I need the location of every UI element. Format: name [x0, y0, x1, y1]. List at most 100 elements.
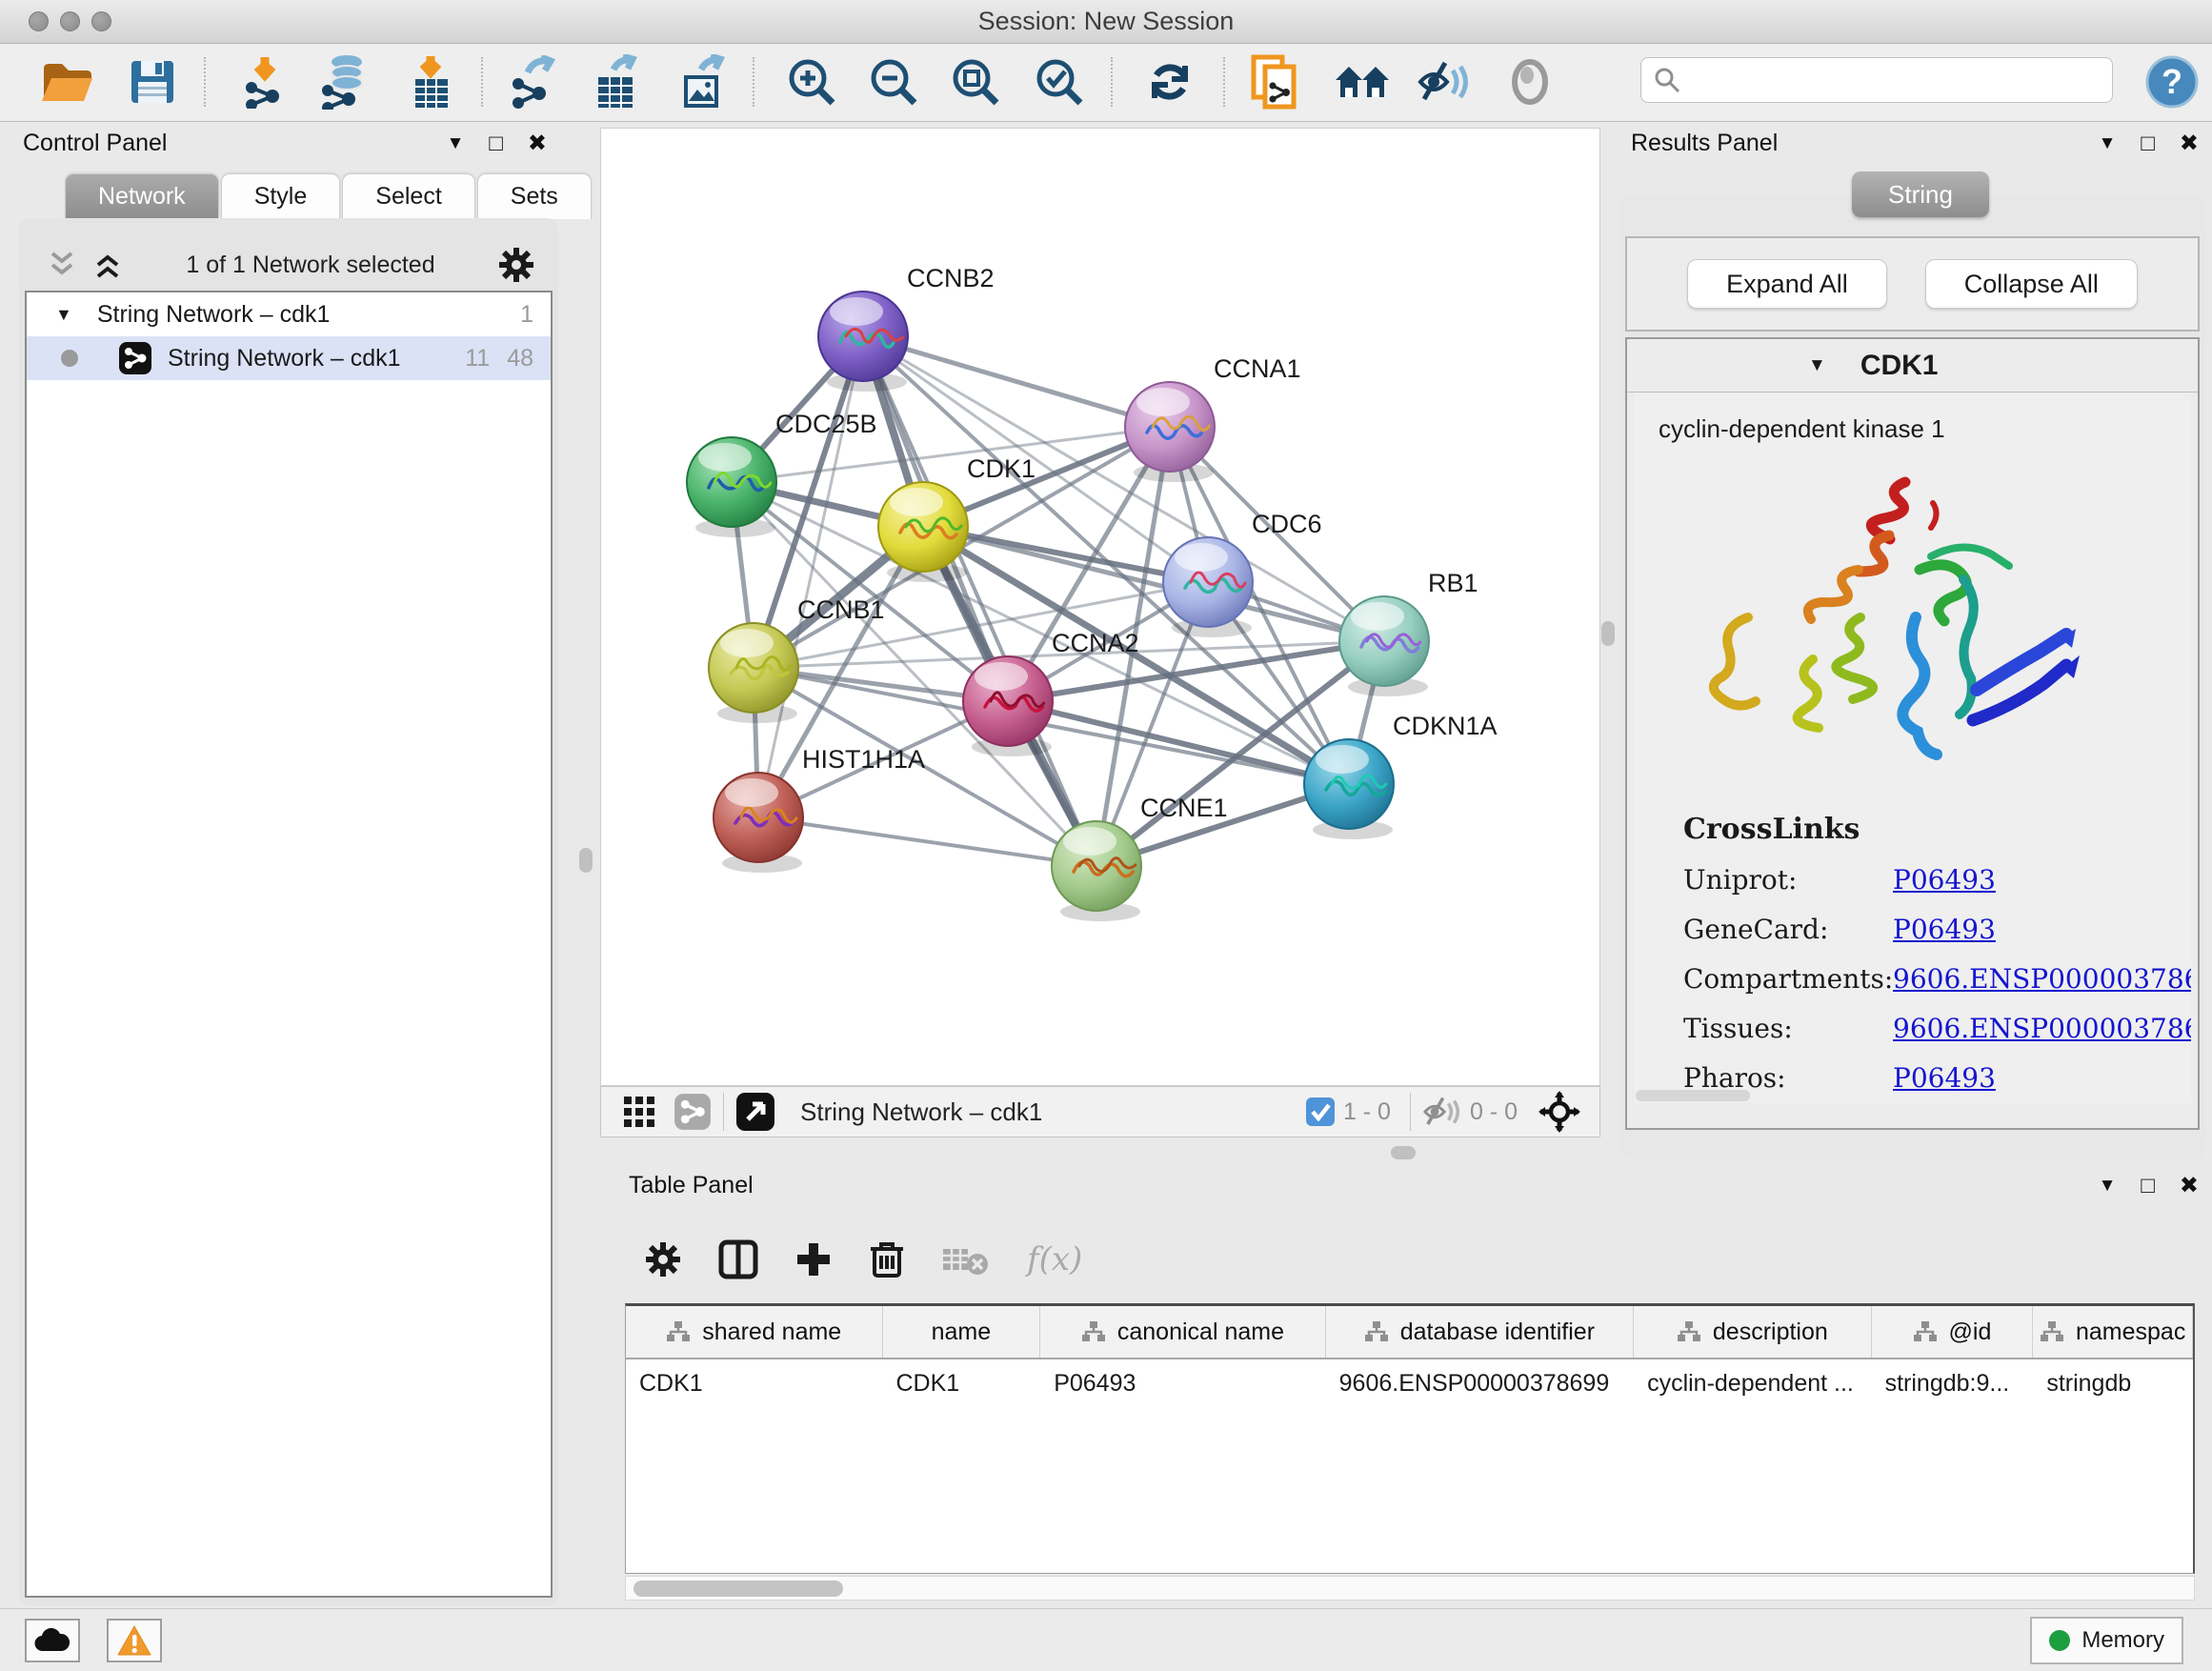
- panel-collapse-icon[interactable]: ▼: [447, 133, 465, 154]
- tab-style[interactable]: Style: [221, 173, 341, 219]
- zoom-fit-button[interactable]: [945, 51, 1006, 112]
- panel-close-icon[interactable]: ✖: [2180, 130, 2199, 157]
- table-cell[interactable]: CDK1: [626, 1370, 883, 1398]
- help-button[interactable]: ?: [2142, 51, 2202, 112]
- network-selected-status: 1 of 1 Network selected: [124, 252, 497, 279]
- collapse-all-button[interactable]: Collapse All: [1925, 259, 2138, 309]
- crosslink-link[interactable]: P06493: [1893, 1062, 1996, 1094]
- network-canvas[interactable]: CCNB2CCNA1CDC25BCDK1CDC6RB1CCNB1CCNA2CDK…: [600, 128, 1600, 1086]
- crosslink-link[interactable]: 9606.ENSP00000378699: [1893, 1013, 2191, 1044]
- tab-network[interactable]: Network: [65, 173, 219, 219]
- network-node-cdkn1a[interactable]: CDKN1A: [1304, 712, 1498, 839]
- save-session-button[interactable]: [122, 51, 183, 112]
- birdseye-icon[interactable]: [1538, 1091, 1580, 1133]
- toolbar-separator: [481, 57, 483, 107]
- detach-view-icon[interactable]: [735, 1092, 775, 1132]
- panel-float-icon[interactable]: □: [2141, 131, 2155, 157]
- crosslink-link[interactable]: 9606.ENSP00000378699: [1893, 963, 2191, 995]
- hide-unhide-button[interactable]: [1414, 51, 1475, 112]
- select-columns-icon[interactable]: [718, 1239, 758, 1279]
- network-edge[interactable]: [863, 336, 1096, 866]
- export-table-button[interactable]: [587, 51, 648, 112]
- delete-column-icon[interactable]: [869, 1239, 905, 1279]
- tab-string[interactable]: String: [1852, 171, 1989, 217]
- selected-checkbox-icon[interactable]: [1305, 1097, 1336, 1127]
- panel-close-icon[interactable]: ✖: [2180, 1172, 2199, 1199]
- zoom-out-button[interactable]: [863, 51, 924, 112]
- memory-button[interactable]: Memory: [2030, 1617, 2183, 1664]
- search-box[interactable]: [1640, 57, 2113, 103]
- memory-label: Memory: [2081, 1627, 2164, 1654]
- network-row-selected[interactable]: String Network – cdk1 11 48: [27, 336, 551, 380]
- panel-close-icon[interactable]: ✖: [528, 130, 547, 157]
- import-network-database-button[interactable]: [314, 51, 375, 112]
- gear-icon[interactable]: [644, 1240, 682, 1278]
- import-table-button[interactable]: [400, 51, 461, 112]
- network-node-ccnb2[interactable]: CCNB2: [818, 264, 995, 392]
- export-network-button[interactable]: [503, 51, 564, 112]
- window-minimize-button[interactable]: [60, 11, 80, 31]
- crosslink-link[interactable]: P06493: [1893, 914, 1996, 945]
- bottom-splitter-handle[interactable]: [1391, 1146, 1416, 1159]
- export-image-button[interactable]: [673, 51, 734, 112]
- section-collapse-icon[interactable]: ▼: [1808, 355, 1826, 376]
- network-node-ccne1[interactable]: CCNE1: [1052, 794, 1228, 921]
- results-scrollbar-thumb[interactable]: [1636, 1090, 1750, 1101]
- collapse-all-icon[interactable]: [46, 250, 78, 280]
- table-cell[interactable]: P06493: [1040, 1370, 1325, 1398]
- table-hscrollbar[interactable]: [625, 1576, 2195, 1601]
- table-cell[interactable]: stringdb: [2033, 1370, 2193, 1398]
- add-column-icon[interactable]: [794, 1240, 833, 1278]
- table-cell[interactable]: cyclin-dependent ...: [1634, 1370, 1872, 1398]
- window-zoom-button[interactable]: [91, 11, 111, 31]
- network-share-gray-icon[interactable]: [674, 1093, 712, 1131]
- tree-expand-icon[interactable]: ▼: [55, 305, 72, 325]
- column-header-canonicalname[interactable]: canonical name: [1040, 1306, 1325, 1358]
- import-network-file-button[interactable]: [234, 51, 295, 112]
- gene-section-header[interactable]: ▼ CDK1: [1627, 339, 2198, 393]
- window-close-button[interactable]: [29, 11, 49, 31]
- table-row[interactable]: CDK1CDK1P064939606.ENSP00000378699cyclin…: [626, 1359, 2193, 1407]
- column-header-description[interactable]: description: [1634, 1306, 1872, 1358]
- expand-all-button[interactable]: Expand All: [1687, 259, 1887, 309]
- network-collection-row[interactable]: ▼ String Network – cdk1 1: [27, 292, 551, 336]
- zoom-selected-button[interactable]: [1029, 51, 1090, 112]
- table-cell[interactable]: 9606.ENSP00000378699: [1326, 1370, 1634, 1398]
- panel-collapse-icon[interactable]: ▼: [2099, 1176, 2117, 1197]
- show-hidden-button[interactable]: [1499, 51, 1560, 112]
- expand-all-icon[interactable]: [91, 250, 124, 280]
- network-node-rb1[interactable]: RB1: [1339, 569, 1478, 696]
- table-hscrollbar-thumb[interactable]: [633, 1580, 843, 1597]
- column-header-id[interactable]: @id: [1872, 1306, 2034, 1358]
- cloud-button[interactable]: [25, 1619, 80, 1662]
- panel-float-icon[interactable]: □: [2141, 1173, 2155, 1199]
- column-header-databaseidentifier[interactable]: database identifier: [1326, 1306, 1634, 1358]
- grid-view-icon[interactable]: [622, 1095, 656, 1129]
- refresh-button[interactable]: [1139, 51, 1200, 112]
- warnings-button[interactable]: [107, 1619, 162, 1662]
- tab-sets[interactable]: Sets: [477, 173, 592, 219]
- table-cell[interactable]: CDK1: [883, 1370, 1041, 1398]
- zoom-in-button[interactable]: [781, 51, 842, 112]
- tab-select[interactable]: Select: [342, 173, 474, 219]
- network-node-ccna1[interactable]: CCNA1: [1125, 354, 1301, 482]
- panel-float-icon[interactable]: □: [489, 131, 503, 157]
- network-node-cdc25b[interactable]: CDC25B: [687, 410, 877, 537]
- left-splitter-handle[interactable]: [579, 848, 593, 873]
- node-label-cdc6: CDC6: [1252, 510, 1322, 538]
- open-session-button[interactable]: [36, 51, 97, 112]
- search-input[interactable]: [1681, 67, 2091, 93]
- table-cell[interactable]: stringdb:9...: [1872, 1370, 2034, 1398]
- network-node-ccnb1[interactable]: CCNB1: [709, 595, 885, 723]
- clone-network-button[interactable]: [1244, 51, 1305, 112]
- crosslink-link[interactable]: P06493: [1893, 864, 1996, 896]
- network-edge[interactable]: [758, 817, 1096, 866]
- column-header-namespac[interactable]: namespac: [2033, 1306, 2193, 1358]
- column-header-name[interactable]: name: [883, 1306, 1041, 1358]
- show-all-networks-button[interactable]: [1332, 51, 1393, 112]
- panel-collapse-icon[interactable]: ▼: [2099, 133, 2117, 154]
- network-edge[interactable]: [863, 336, 1170, 427]
- network-node-hist1h1a[interactable]: HIST1H1A: [714, 745, 925, 873]
- gear-icon[interactable]: [497, 246, 535, 284]
- column-header-sharedname[interactable]: shared name: [626, 1306, 883, 1358]
